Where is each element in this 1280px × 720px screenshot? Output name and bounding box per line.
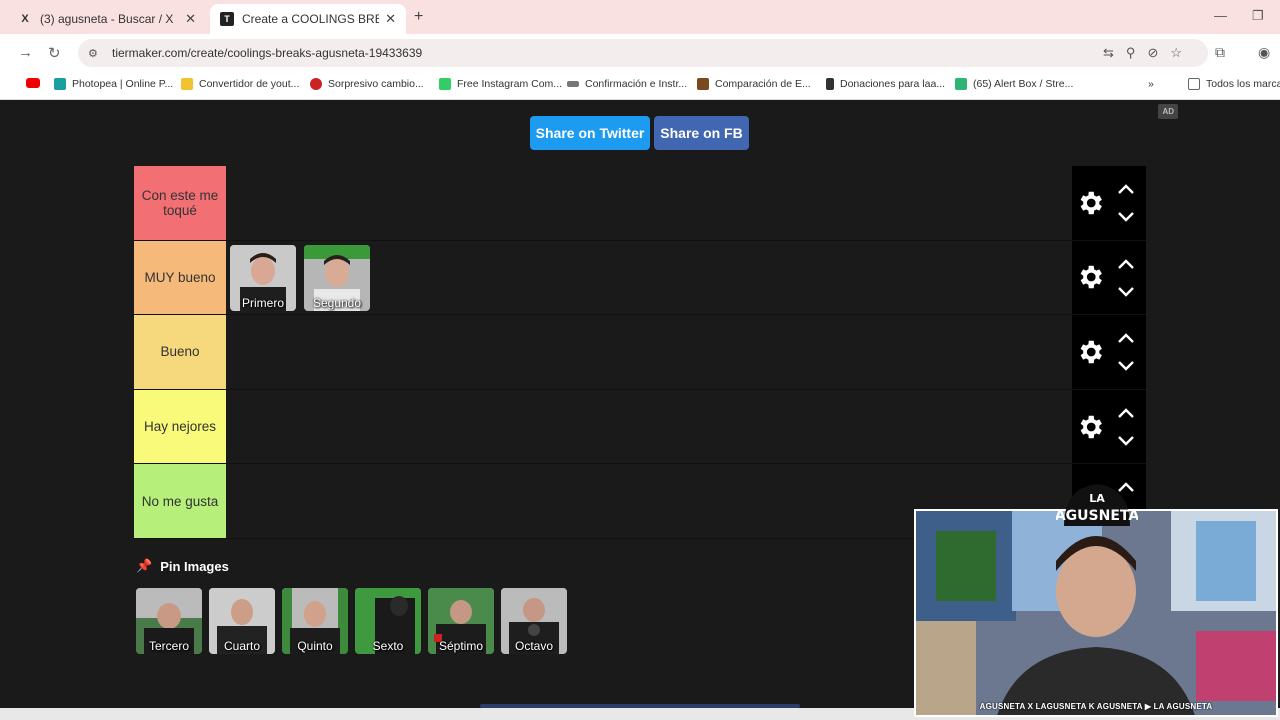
tab-tiermaker[interactable]: T Create a COOLINGS BREAKS AGUSNETA ✕ bbox=[210, 4, 406, 34]
streamer-webcam: AGUSNETA X LAGUSNETA K AGUSNETA ▶ LA AGU… bbox=[914, 509, 1278, 717]
tier-label[interactable]: Hay nejores bbox=[134, 389, 226, 464]
tier-list: Con este me toqué MUY bueno Primero Segu… bbox=[134, 166, 1146, 539]
tier-row: MUY bueno Primero Segundo bbox=[134, 240, 1146, 316]
tier-controls bbox=[1072, 240, 1146, 315]
close-tab-icon[interactable]: ✕ bbox=[385, 11, 396, 27]
chevron-down-icon[interactable] bbox=[1117, 360, 1135, 372]
gear-icon[interactable] bbox=[1075, 188, 1105, 218]
tier-row: Con este me toqué bbox=[134, 166, 1146, 241]
svg-text:LA: LA bbox=[1089, 492, 1105, 505]
omnibox[interactable]: ⚙ tiermaker.com/create/coolings-breaks-a… bbox=[78, 39, 1208, 67]
url-text[interactable]: tiermaker.com/create/coolings-breaks-agu… bbox=[112, 46, 422, 60]
bookmark-comparacion[interactable]: Comparación de E... bbox=[697, 78, 811, 90]
pool-image-card[interactable]: Quinto bbox=[282, 588, 348, 654]
forward-icon[interactable]: → bbox=[18, 44, 33, 61]
more-bookmarks-icon[interactable]: » bbox=[1148, 78, 1154, 90]
tier-image-card[interactable]: Primero bbox=[230, 244, 296, 311]
chevron-up-icon[interactable] bbox=[1117, 258, 1135, 270]
bookmarks-bar: Photopea | Online P... Convertidor de yo… bbox=[0, 72, 1280, 100]
pool-image-card[interactable]: Séptimo bbox=[428, 588, 494, 654]
bookmark-alert-box[interactable]: (65) Alert Box / Stre... bbox=[955, 78, 1073, 90]
image-caption: Séptimo bbox=[438, 639, 484, 653]
pool-image-card[interactable]: Octavo bbox=[501, 588, 567, 654]
webcam-scene-icon bbox=[916, 511, 1276, 715]
image-caption: Tercero bbox=[148, 639, 189, 653]
share-fb-button[interactable]: Share on FB bbox=[654, 116, 749, 150]
chevron-down-icon[interactable] bbox=[1117, 435, 1135, 447]
tier-controls bbox=[1072, 315, 1146, 389]
gear-icon[interactable] bbox=[1075, 262, 1105, 292]
minimize-icon[interactable]: — bbox=[1214, 8, 1227, 23]
image-caption: Quinto bbox=[297, 639, 333, 653]
pool-image-card[interactable]: Sexto bbox=[355, 588, 421, 654]
bookmark-folder-todos[interactable]: Todos los marca bbox=[1188, 78, 1280, 90]
omnibox-actions[interactable]: ⇆⚲⊘☆ bbox=[1103, 45, 1194, 61]
bookmark-confirmacion[interactable]: Confirmación e Instr... bbox=[567, 78, 687, 90]
tier-controls bbox=[1072, 389, 1146, 464]
bookmark-sorpresivo[interactable]: Sorpresivo cambio... bbox=[310, 78, 424, 90]
gear-icon[interactable] bbox=[1075, 412, 1105, 442]
bookmark-convertidor[interactable]: Convertidor de yout... bbox=[181, 78, 299, 90]
reload-icon[interactable]: ↻ bbox=[48, 44, 61, 62]
chevron-up-icon[interactable] bbox=[1117, 183, 1135, 195]
tier-controls bbox=[1072, 166, 1146, 240]
address-toolbar: → ↻ ⚙ tiermaker.com/create/coolings-brea… bbox=[0, 34, 1280, 72]
tab-x-search[interactable]: X (3) agusneta - Buscar / X ✕ bbox=[8, 4, 206, 34]
profile-icon[interactable]: ◉ bbox=[1258, 44, 1270, 61]
ad-badge: AD bbox=[1158, 104, 1178, 119]
youtube-icon[interactable] bbox=[26, 78, 46, 88]
new-tab-icon[interactable]: + bbox=[414, 8, 423, 26]
x-logo-icon: X bbox=[21, 13, 29, 25]
tier-label[interactable]: Con este me toqué bbox=[134, 166, 226, 240]
image-caption: Cuarto bbox=[223, 639, 261, 653]
tier-image-card[interactable]: Segundo bbox=[304, 244, 370, 311]
pin-icon: 📌 bbox=[136, 558, 153, 573]
chevron-up-icon[interactable] bbox=[1117, 407, 1135, 419]
gear-icon[interactable] bbox=[1075, 337, 1105, 367]
close-tab-icon[interactable]: ✕ bbox=[185, 11, 196, 27]
image-caption: Sexto bbox=[372, 639, 404, 653]
share-twitter-button[interactable]: Share on Twitter bbox=[530, 116, 650, 150]
chevron-down-icon[interactable] bbox=[1117, 286, 1135, 298]
restore-icon[interactable]: ❐ bbox=[1252, 8, 1264, 24]
bookmark-photopea[interactable]: Photopea | Online P... bbox=[54, 78, 173, 90]
svg-text:AGUSNETA: AGUSNETA bbox=[1056, 508, 1138, 524]
tab-title: (3) agusneta - Buscar / X bbox=[40, 12, 174, 26]
tier-row: Bueno bbox=[134, 315, 1146, 390]
tier-items: Primero Segundo bbox=[230, 244, 370, 311]
chevron-up-icon[interactable] bbox=[1117, 332, 1135, 344]
site-info-icon[interactable]: ⚙ bbox=[88, 47, 102, 60]
extensions-icon[interactable]: ⧉ bbox=[1215, 44, 1225, 61]
tier-label[interactable]: MUY bueno bbox=[134, 240, 226, 315]
tier-row: Hay nejores bbox=[134, 389, 1146, 465]
pin-images-label: Pin Images bbox=[160, 558, 229, 574]
pool-image-card[interactable]: Cuarto bbox=[209, 588, 275, 654]
bookmark-instagram[interactable]: Free Instagram Com... bbox=[439, 78, 562, 90]
social-handles: AGUSNETA X LAGUSNETA K AGUSNETA ▶ LA AGU… bbox=[979, 702, 1213, 711]
image-caption: Octavo bbox=[514, 639, 553, 653]
pool-image-card[interactable]: Tercero bbox=[136, 588, 202, 654]
pin-images-header: 📌 Pin Images bbox=[136, 558, 229, 574]
tier-label[interactable]: Bueno bbox=[134, 315, 226, 389]
image-caption: Primero bbox=[241, 295, 284, 310]
image-caption: Segundo bbox=[312, 295, 362, 310]
tiermaker-favicon-icon: T bbox=[220, 12, 234, 26]
tab-title: Create a COOLINGS BREAKS AGUSNETA bbox=[242, 12, 380, 26]
tier-label[interactable]: No me gusta bbox=[134, 464, 226, 538]
la-agusneta-logo: LA AGUSNETA bbox=[1056, 484, 1138, 526]
bookmark-donaciones[interactable]: Donaciones para laa... bbox=[826, 78, 945, 90]
tab-strip: X (3) agusneta - Buscar / X ✕ T Create a… bbox=[0, 0, 1280, 34]
chevron-down-icon[interactable] bbox=[1117, 211, 1135, 223]
image-pool: Tercero Cuarto Quinto Sexto Séptimo Octa… bbox=[136, 588, 567, 654]
